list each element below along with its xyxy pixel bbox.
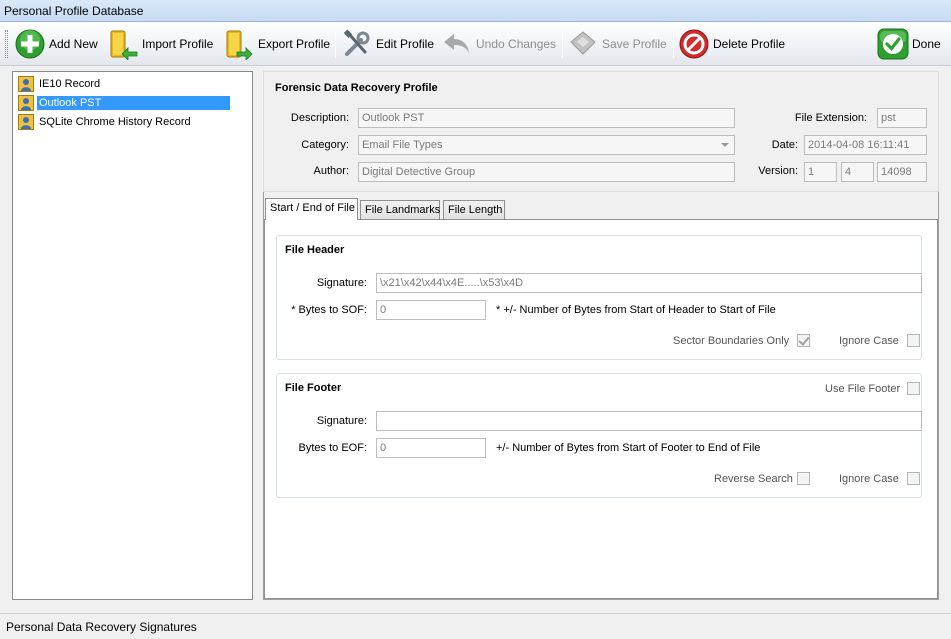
bytes-to-eof-hint: +/- Number of Bytes from Start of Footer… xyxy=(496,442,761,454)
date-field[interactable]: 2014-04-08 16:11:41 xyxy=(804,135,927,155)
delete-profile-label: Delete Profile xyxy=(713,37,786,51)
use-file-footer-checkbox[interactable] xyxy=(907,382,920,395)
user-icon xyxy=(18,95,34,111)
reverse-search-label: Reverse Search xyxy=(714,473,793,485)
sector-boundaries-checkbox[interactable] xyxy=(797,334,810,347)
undo-changes-button[interactable]: Undo Changes xyxy=(441,27,556,61)
footer-ignore-case-checkbox[interactable] xyxy=(907,472,920,485)
footer-signature-label: Signature: xyxy=(316,415,367,427)
done-button[interactable]: Done xyxy=(877,27,941,61)
tree-item-ie10-record[interactable]: IE10 Record xyxy=(18,75,102,93)
no-entry-icon xyxy=(679,29,709,59)
tab-start-end-of-file[interactable]: Start / End of File xyxy=(265,198,358,220)
bytes-to-sof-label: * Bytes to SOF: xyxy=(291,304,367,316)
version-major-field[interactable]: 1 xyxy=(804,162,837,182)
date-label: Date: xyxy=(771,139,798,151)
floppy-disk-icon xyxy=(570,31,596,55)
window-title: Personal Profile Database xyxy=(0,0,951,22)
import-profile-button[interactable]: Import Profile xyxy=(107,27,213,61)
tree-item-sqlite-chrome-history[interactable]: SQLite Chrome History Record xyxy=(18,113,193,131)
bytes-to-eof-input[interactable]: 0 xyxy=(376,438,486,458)
category-value: Email File Types xyxy=(362,139,443,151)
tab-page-start-end-of-file: File Header Signature: \x21\x42\x44\x4E.… xyxy=(264,219,938,599)
profile-summary-panel: Forensic Data Recovery Profile Descripti… xyxy=(263,71,939,192)
plus-circle-icon xyxy=(15,29,45,59)
description-field[interactable]: Outlook PST xyxy=(358,108,735,128)
file-footer-group: File Footer Use File Footer Signature: B… xyxy=(276,373,922,498)
file-header-title: File Header xyxy=(285,244,345,256)
bytes-to-sof-input[interactable]: 0 xyxy=(376,300,486,320)
description-label: Description: xyxy=(290,112,349,124)
header-ignore-case-checkbox[interactable] xyxy=(907,334,920,347)
header-signature-input[interactable]: \x21\x42\x44\x4E.....\x53\x4D xyxy=(376,273,922,293)
file-footer-title: File Footer xyxy=(285,382,342,394)
category-combo[interactable]: Email File Types xyxy=(358,135,735,155)
export-profile-button[interactable]: Export Profile xyxy=(223,27,330,61)
category-label: Category: xyxy=(301,139,349,151)
export-profile-label: Export Profile xyxy=(258,37,331,51)
file-extension-field[interactable]: pst xyxy=(877,108,927,128)
profile-tree[interactable]: IE10 Record Outlook PST SQLite Chrome Hi… xyxy=(12,71,253,600)
tab-file-length[interactable]: File Length xyxy=(443,200,505,220)
tree-item-label: IE10 Record xyxy=(39,78,101,90)
tab-file-landmarks[interactable]: File Landmarks xyxy=(360,200,440,220)
bytes-to-sof-hint: * +/- Number of Bytes from Start of Head… xyxy=(496,304,776,316)
footer-ignore-case-label: Ignore Case xyxy=(839,473,899,485)
file-extension-label: File Extension: xyxy=(794,112,867,124)
file-header-group: File Header Signature: \x21\x42\x44\x4E.… xyxy=(276,235,922,360)
version-label: Version: xyxy=(758,165,798,177)
status-bar: Personal Data Recovery Signatures xyxy=(0,613,951,639)
tree-item-outlook-pst[interactable]: Outlook PST xyxy=(18,94,230,112)
version-minor-field[interactable]: 4 xyxy=(841,162,874,182)
tree-item-label: SQLite Chrome History Record xyxy=(39,116,191,128)
user-icon xyxy=(18,76,34,92)
footer-signature-input[interactable] xyxy=(376,411,922,431)
checkmark-icon xyxy=(877,28,909,60)
edit-profile-label: Edit Profile xyxy=(376,37,435,51)
toolbar-separator xyxy=(562,30,563,58)
chevron-down-icon xyxy=(721,143,729,147)
save-profile-button[interactable]: Save Profile xyxy=(567,27,667,61)
delete-profile-button[interactable]: Delete Profile xyxy=(678,27,785,61)
use-file-footer-label: Use File Footer xyxy=(825,383,901,395)
header-ignore-case-label: Ignore Case xyxy=(839,335,899,347)
toolbar-grip[interactable] xyxy=(5,30,8,58)
tree-item-label: Outlook PST xyxy=(37,96,230,110)
toolbar: Add New Import Profile Export Profile Ed… xyxy=(0,22,951,66)
undo-changes-label: Undo Changes xyxy=(476,37,557,51)
import-profile-label: Import Profile xyxy=(142,37,214,51)
profile-tabs: Start / End of File File Landmarks File … xyxy=(264,198,938,599)
reverse-search-checkbox[interactable] xyxy=(797,472,810,485)
author-label: Author: xyxy=(313,165,349,177)
header-signature-label: Signature: xyxy=(316,277,367,289)
version-build-field[interactable]: 14098 xyxy=(877,162,927,182)
panel-title: Forensic Data Recovery Profile xyxy=(275,82,438,94)
done-label: Done xyxy=(912,37,941,51)
save-profile-label: Save Profile xyxy=(602,37,667,51)
import-icon xyxy=(110,30,138,60)
sector-boundaries-label: Sector Boundaries Only xyxy=(673,335,790,347)
edit-profile-button[interactable]: Edit Profile xyxy=(341,27,434,61)
toolbar-separator xyxy=(673,30,674,58)
undo-arrow-icon xyxy=(444,34,469,53)
author-field[interactable]: Digital Detective Group xyxy=(358,162,735,182)
toolbar-separator xyxy=(335,30,336,58)
add-new-label: Add New xyxy=(49,37,98,51)
add-new-button[interactable]: Add New xyxy=(14,27,98,61)
export-icon xyxy=(226,30,253,60)
user-icon xyxy=(18,114,34,130)
bytes-to-eof-label: Bytes to EOF: xyxy=(298,442,367,454)
tools-icon xyxy=(343,29,370,56)
